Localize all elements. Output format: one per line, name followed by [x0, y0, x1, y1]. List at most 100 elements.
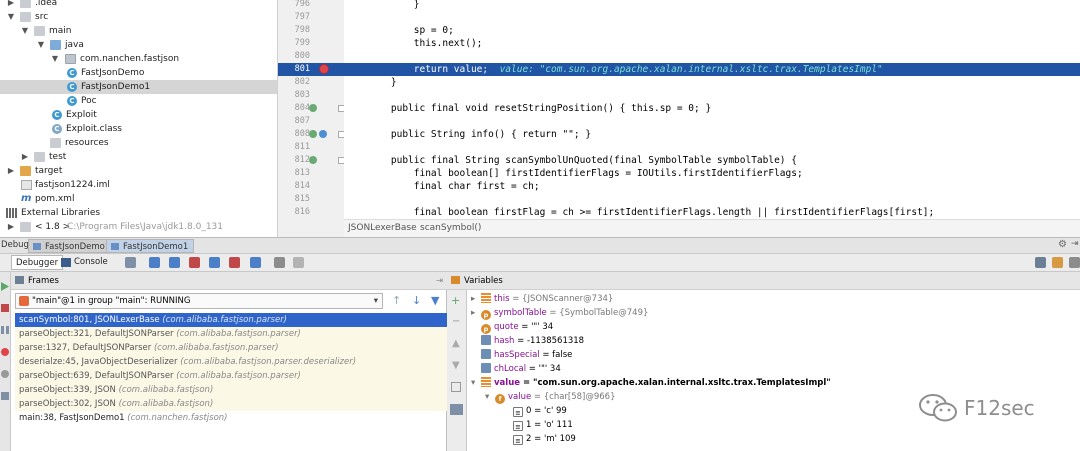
- stop-icon[interactable]: [1, 304, 9, 312]
- frames-icon: [15, 276, 24, 284]
- variable-row[interactable]: ≡ 1 = 'o' 111: [513, 418, 573, 432]
- tree-item-fastjsondemo[interactable]: C FastJsonDemo: [0, 66, 277, 80]
- tab-console[interactable]: Console: [58, 255, 112, 270]
- arrow-down-icon[interactable]: ↓: [412, 294, 421, 307]
- frame-row[interactable]: scanSymbol:801, JSONLexerBase (com.aliba…: [15, 313, 447, 327]
- variable-row[interactable]: ≡ 0 = 'c' 99: [513, 404, 567, 418]
- resume-icon[interactable]: [1, 282, 9, 291]
- frame-row[interactable]: parseObject:321, DefaultJSONParser (com.…: [15, 327, 447, 341]
- tree-item-label: < 1.8 >: [35, 222, 71, 232]
- tree-item-idea[interactable]: ▶ .idea: [0, 0, 277, 10]
- override-icon[interactable]: [309, 130, 317, 138]
- editor-gutter: 796 797 798 799 800 801 802 803 804 807 …: [278, 0, 344, 237]
- run-to-cursor-icon[interactable]: [250, 257, 261, 268]
- tree-item-exploit[interactable]: C Exploit: [0, 108, 277, 122]
- debug-session-tab[interactable]: FastJsonDemo1: [28, 239, 117, 253]
- expand-icon[interactable]: ▸: [471, 292, 481, 306]
- chevron-down-icon[interactable]: ▼: [20, 24, 30, 38]
- pause-icon[interactable]: [1, 326, 9, 334]
- tree-item-test[interactable]: ▶ test: [0, 150, 277, 164]
- variable-row[interactable]: ▸ this = {JSONScanner@734}: [471, 292, 613, 306]
- tree-item-poc[interactable]: C Poc: [0, 94, 277, 108]
- remove-watch-icon[interactable]: −: [452, 316, 460, 327]
- gear-icon[interactable]: ⚙: [1058, 239, 1067, 250]
- tree-item-resources[interactable]: resources: [0, 136, 277, 150]
- folder-icon: [20, 166, 31, 176]
- override-icon[interactable]: [309, 156, 317, 164]
- override-icon[interactable]: [309, 104, 317, 112]
- tree-item-java[interactable]: ▼ java: [0, 38, 277, 52]
- step-over-icon[interactable]: [149, 257, 160, 268]
- implements-icon[interactable]: [319, 130, 327, 138]
- debug-session-tab[interactable]: FastJsonDemo1: [106, 239, 195, 253]
- tree-item-target[interactable]: ▶ target: [0, 164, 277, 178]
- variable-row[interactable]: p quote = '"' 34: [471, 320, 553, 334]
- pin-icon[interactable]: [1069, 257, 1080, 268]
- breadcrumb-item[interactable]: JSONLexerBase: [348, 223, 417, 233]
- variable-row[interactable]: hash = -1138561318: [471, 334, 584, 348]
- frame-row[interactable]: deserialze:45, JavaObjectDeserializer (c…: [15, 355, 447, 369]
- variable-row[interactable]: ▾ value = "com.sun.org.apache.xalan.inter…: [471, 376, 831, 390]
- tab-debugger[interactable]: Debugger: [11, 255, 64, 270]
- panel-options-icon[interactable]: ⇥: [436, 272, 443, 290]
- breakpoint-icon[interactable]: [319, 64, 329, 74]
- frame-row[interactable]: parseObject:639, DefaultJSONParser (com.…: [15, 369, 447, 383]
- tree-item-exploit-class[interactable]: C Exploit.class: [0, 122, 277, 136]
- variable-row[interactable]: chLocal = '"' 34: [471, 362, 561, 376]
- expand-icon[interactable]: ▾: [471, 376, 481, 390]
- arrow-up-icon[interactable]: ↑: [392, 294, 401, 307]
- move-up-icon[interactable]: ▲: [452, 338, 460, 349]
- frame-row[interactable]: parse:1327, DefaultJSONParser (com.aliba…: [15, 341, 447, 355]
- chevron-down-icon[interactable]: ▼: [50, 52, 60, 66]
- show-execution-point-icon[interactable]: [125, 257, 136, 268]
- view-breakpoints-icon[interactable]: [1, 348, 9, 356]
- frame-row[interactable]: parseObject:302, JSON (com.alibaba.fastj…: [15, 397, 447, 411]
- restore-layout-icon[interactable]: [1052, 257, 1063, 268]
- variable-value: = {SymbolTable@749}: [546, 308, 649, 318]
- chevron-right-icon[interactable]: ▶: [6, 220, 16, 234]
- copy-icon[interactable]: [451, 382, 461, 392]
- watches-icon[interactable]: [450, 404, 463, 415]
- tree-item-src[interactable]: ▼ src: [0, 10, 277, 24]
- step-out-icon[interactable]: [209, 257, 220, 268]
- chevron-down-icon[interactable]: ▾: [374, 294, 378, 308]
- new-watch-icon[interactable]: +: [451, 294, 460, 307]
- evaluate-expression-icon[interactable]: [274, 257, 285, 268]
- frame-row[interactable]: main:38, FastJsonDemo1 (com.nanchen.fast…: [15, 411, 447, 425]
- tree-item-jdk[interactable]: ▶ < 1.8 > C:\Program Files\Java\jdk1.8.0…: [0, 220, 277, 234]
- layout-icon[interactable]: [1035, 257, 1046, 268]
- chevron-down-icon[interactable]: ▼: [6, 10, 16, 24]
- filter-icon[interactable]: ▼: [431, 294, 439, 307]
- code-editor[interactable]: } sp = 0; this.next(); return value; val…: [344, 0, 1080, 219]
- expand-icon[interactable]: ▾: [485, 390, 495, 404]
- camera-icon[interactable]: [1, 392, 9, 400]
- code-line: }: [368, 77, 397, 88]
- chevron-right-icon[interactable]: ▶: [6, 0, 16, 10]
- trace-icon[interactable]: [293, 257, 304, 268]
- breadcrumb-item[interactable]: scanSymbol(): [420, 223, 481, 233]
- variable-value: = 'o' 111: [531, 420, 573, 430]
- step-into-icon[interactable]: [169, 257, 180, 268]
- chevron-right-icon[interactable]: ▶: [6, 164, 16, 178]
- tree-item-label: test: [49, 152, 67, 162]
- variable-row[interactable]: ≡ 2 = 'm' 109: [513, 432, 576, 446]
- mute-breakpoints-icon[interactable]: [1, 370, 9, 378]
- chevron-right-icon[interactable]: ▶: [20, 150, 30, 164]
- chevron-down-icon[interactable]: ▼: [36, 38, 46, 52]
- move-down-icon[interactable]: ▼: [452, 360, 460, 371]
- tree-item-pom[interactable]: m pom.xml: [0, 192, 277, 206]
- tree-item-main[interactable]: ▼ main: [0, 24, 277, 38]
- variable-row[interactable]: ▸ p symbolTable = {SymbolTable@749}: [471, 306, 648, 320]
- variable-row[interactable]: ▾ f value = {char[58]@966}: [485, 390, 616, 404]
- thread-selector[interactable]: "main"@1 in group "main": RUNNING ▾: [15, 293, 383, 309]
- hide-icon[interactable]: ⇥: [1071, 239, 1079, 249]
- force-step-into-icon[interactable]: [189, 257, 200, 268]
- tree-item-package[interactable]: ▼ com.nanchen.fastjson: [0, 52, 277, 66]
- tree-item-external-libraries[interactable]: External Libraries: [0, 206, 277, 220]
- expand-icon[interactable]: ▸: [471, 306, 481, 320]
- tree-item-iml[interactable]: fastjson1224.iml: [0, 178, 277, 192]
- drop-frame-icon[interactable]: [229, 257, 240, 268]
- variable-row[interactable]: hasSpecial = false: [471, 348, 572, 362]
- tree-item-fastjsondemo1[interactable]: C FastJsonDemo1: [0, 80, 277, 94]
- frame-row[interactable]: parseObject:339, JSON (com.alibaba.fastj…: [15, 383, 447, 397]
